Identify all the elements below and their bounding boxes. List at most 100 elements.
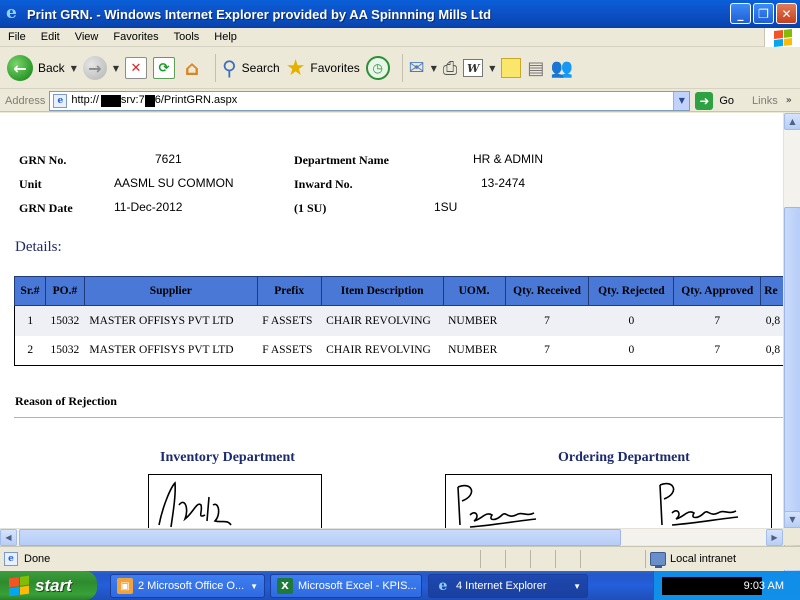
stop-button[interactable]: ✕ — [125, 52, 147, 84]
scroll-up-icon[interactable]: ▲ — [784, 113, 800, 130]
table-cell: MASTER OFFISYS PVT LTD — [84, 305, 258, 336]
print-button[interactable]: ⎙ — [443, 52, 457, 84]
taskbar-item-office[interactable]: ▣ 2 Microsoft Office O... ▼ — [110, 574, 265, 598]
taskbar: start ▣ 2 Microsoft Office O... ▼ X Micr… — [0, 571, 800, 600]
mail-icon: ✉ — [408, 57, 425, 79]
status-bar: e Done Local intranet — [0, 546, 800, 570]
back-dropdown-icon[interactable]: ▼ — [71, 64, 77, 73]
menu-favorites[interactable]: Favorites — [105, 31, 165, 43]
taskbar-item-ie[interactable]: e 4 Internet Explorer ▼ — [428, 574, 588, 598]
office-icon: ▣ — [117, 578, 133, 594]
forward-dropdown-icon[interactable]: ▼ — [113, 64, 119, 73]
minimize-button[interactable]: _ — [730, 3, 751, 24]
col-header: Qty. Received — [504, 276, 590, 306]
horizontal-scrollbar[interactable]: ◀ ▶ — [0, 528, 783, 546]
table-cell: 7 — [505, 305, 589, 336]
status-text: Done — [24, 552, 51, 565]
address-dropdown-icon[interactable]: ▼ — [673, 91, 690, 110]
back-button[interactable]: ← Back ▼ — [7, 52, 77, 84]
vertical-scrollbar[interactable]: ▲ ▼ — [783, 113, 800, 580]
windows-flag-icon — [764, 28, 800, 47]
address-input[interactable]: e http://srv:7 6/PrintGRN.aspx ▼ — [49, 90, 691, 111]
table-cell: 7 — [544, 344, 550, 357]
note-button[interactable] — [501, 52, 522, 84]
table-cell: 15032 — [45, 305, 85, 336]
refresh-button[interactable]: ⟳ — [153, 52, 175, 84]
table-cell: 0,8 — [765, 344, 781, 357]
forward-button[interactable]: → ▼ — [82, 52, 119, 84]
divider — [14, 417, 783, 418]
print-grn-page: GRN No. 7621 Unit AASML SU COMMON GRN Da… — [0, 113, 783, 528]
research-button[interactable]: ▤ — [527, 52, 544, 84]
col-header: Qty. Rejected — [588, 276, 675, 306]
zone-text: Local intranet — [670, 553, 737, 565]
security-zone[interactable]: Local intranet — [650, 550, 736, 568]
history-button[interactable]: ◷ — [365, 52, 390, 84]
maximize-button[interactable]: ❐ — [753, 3, 774, 24]
inventory-signature-icon — [158, 481, 232, 528]
scroll-down-icon[interactable]: ▼ — [784, 511, 800, 528]
history-icon: ◷ — [365, 56, 390, 80]
menu-tools[interactable]: Tools — [166, 31, 207, 43]
mail-button[interactable]: ✉ ▼ — [409, 52, 437, 84]
go-arrow-icon: ➜ — [695, 91, 714, 110]
messenger-button[interactable]: 👥 — [550, 52, 572, 84]
search-label: Search — [241, 61, 280, 75]
toolbar-separator — [215, 54, 216, 82]
home-button[interactable]: ⌂ — [181, 52, 203, 84]
close-button[interactable]: ✕ — [776, 3, 797, 24]
scroll-right-icon[interactable]: ▶ — [766, 529, 783, 546]
favorites-star-icon: ★ — [285, 55, 306, 81]
reason-of-rejection-label: Reason of Rejection — [15, 394, 117, 408]
menu-bar: File Edit View Favorites Tools Help — [0, 28, 800, 47]
status-divider — [505, 550, 506, 568]
note-icon — [501, 58, 522, 78]
table-cell: 0,8 — [760, 305, 783, 336]
start-button[interactable]: start — [0, 571, 97, 600]
page-icon: e — [53, 93, 68, 108]
table-cell: F ASSETS — [257, 305, 322, 336]
taskbar-item-excel[interactable]: X Microsoft Excel - KPIS... — [270, 574, 422, 598]
links-button[interactable]: Links — [752, 95, 778, 107]
menu-help[interactable]: Help — [206, 31, 244, 43]
inventory-signature-box — [148, 474, 322, 528]
menu-file[interactable]: File — [0, 31, 33, 43]
clock[interactable]: 9:03 AM — [744, 580, 784, 592]
table-cell: CHAIR REVOLVING — [326, 344, 431, 357]
go-button[interactable]: ➜ Go — [695, 91, 734, 110]
table-row: 1 15032 MASTER OFFISYS PVT LTD F ASSETS … — [14, 305, 783, 336]
page-viewport: GRN No. 7621 Unit AASML SU COMMON GRN Da… — [0, 113, 783, 528]
title-bar[interactable]: e Print GRN. - Windows Internet Explorer… — [0, 0, 800, 28]
ordering-signature-box — [445, 474, 772, 528]
favorites-button[interactable]: ★ Favorites — [286, 52, 360, 84]
address-url[interactable]: http://srv:7 6/PrintGRN.aspx — [71, 94, 237, 107]
inventory-department-label: Inventory Department — [160, 450, 295, 465]
col-header: Qty. Approved — [673, 276, 762, 306]
table-cell: 2 — [27, 344, 34, 357]
horizontal-scroll-thumb[interactable] — [19, 529, 621, 546]
grn-date-value: 11-Dec-2012 — [114, 200, 183, 214]
page-status-icon: e — [4, 551, 18, 566]
intranet-icon — [650, 552, 666, 568]
excel-icon: X — [277, 578, 293, 594]
table-cell: CHAIR REVOLVING — [321, 305, 444, 336]
menu-edit[interactable]: Edit — [33, 31, 67, 43]
ordering-department-label: Ordering Department — [558, 450, 690, 465]
table-cell: 15032 — [50, 344, 80, 357]
search-button[interactable]: ⚲ Search — [222, 52, 280, 84]
inward-value: 13-2474 — [481, 176, 526, 190]
grn-items-table: Sr.# PO.# Supplier Prefix Item Descripti… — [14, 276, 783, 366]
edit-dropdown-icon[interactable]: ▼ — [489, 64, 495, 73]
links-chevron-icon[interactable]: » — [786, 95, 792, 106]
col-header: PO.# — [44, 276, 85, 306]
edit-button[interactable]: W ▼ — [463, 52, 495, 84]
unit-label: Unit — [19, 177, 42, 191]
refresh-icon: ⟳ — [153, 57, 175, 79]
table-cell: 7 — [673, 305, 761, 336]
mail-dropdown-icon[interactable]: ▼ — [431, 64, 437, 73]
menu-view[interactable]: View — [67, 31, 106, 43]
scroll-left-icon[interactable]: ◀ — [0, 529, 17, 546]
table-row: 2 15032 MASTER OFFISYS PVT LTD F ASSETS … — [15, 336, 784, 366]
redaction — [144, 94, 155, 107]
grn-date-label: GRN Date — [19, 201, 73, 215]
